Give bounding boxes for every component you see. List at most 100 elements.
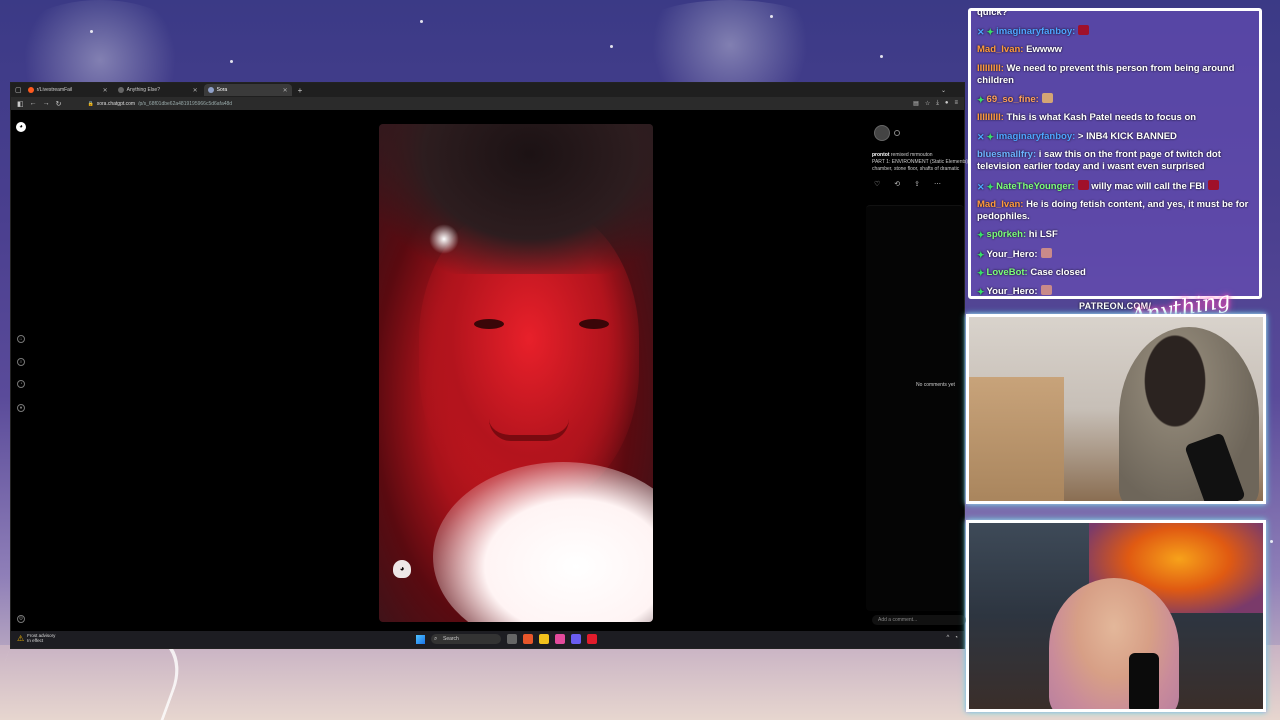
sora-icon	[207, 87, 214, 93]
close-icon[interactable]: ✕	[283, 87, 288, 94]
weather-subtitle: In effect	[27, 638, 44, 643]
system-tray: ^ ◔	[947, 635, 958, 641]
post-description-line: chamber, stone floor, shafts of dramatic	[872, 166, 960, 172]
video-frame-hair	[379, 124, 653, 274]
firefox-icon[interactable]	[523, 634, 533, 644]
more-options-icon[interactable]: ⋯	[934, 180, 941, 188]
cam-shelf	[969, 377, 1064, 501]
subscriber-badge-icon: ✦	[977, 249, 985, 260]
chat-message: ✕ ✦ imaginaryfanboy:	[977, 25, 1253, 39]
chat-message: ✦ 69_so_fine:	[977, 93, 1253, 107]
sora-logo-icon[interactable]: ◕	[16, 122, 26, 132]
emote-icon	[1078, 25, 1090, 36]
menu-icon[interactable]: ≡	[954, 100, 958, 107]
chat-username[interactable]: LoveBot:	[987, 267, 1028, 278]
post-author[interactable]: prontot	[872, 152, 890, 158]
download-icon[interactable]: ⤓	[936, 100, 939, 107]
chat-text: willy mac will call the FBI	[1088, 180, 1205, 192]
chat-username[interactable]: sp0rkeh:	[987, 229, 1027, 240]
chevron-up-icon[interactable]: ^	[947, 635, 950, 641]
chat-username[interactable]: 69_so_fine:	[987, 94, 1039, 105]
home-icon[interactable]: ⌂	[17, 335, 25, 343]
search-icon[interactable]: ⌕	[17, 358, 25, 366]
video-player[interactable]: ◕	[379, 124, 653, 622]
remix-icon[interactable]: ⟲	[894, 180, 900, 188]
moderator-badge-icon: ✕	[977, 131, 985, 142]
chat-message: ✦ Your_Hero:	[977, 247, 1253, 262]
notification-bell-icon[interactable]: ◔	[17, 380, 25, 388]
profile-icon[interactable]: ●	[17, 404, 25, 412]
chat-username[interactable]: Mad_Ivan:	[977, 44, 1023, 55]
file-explorer-icon[interactable]	[539, 634, 549, 644]
sora-watermark-icon: ◕	[393, 560, 411, 578]
left-rail: ◕ ⌂ ⌕ ◔ ● ⚙	[11, 110, 31, 631]
close-icon[interactable]: ✕	[103, 87, 108, 94]
chat-message: IIIIIIIII: This is what Kash Patel needs…	[977, 112, 1253, 125]
windows-start-icon[interactable]	[416, 634, 425, 644]
discord-icon[interactable]	[571, 634, 581, 644]
post-side-panel: prontot remixed mrmouton PART 1: ENVIRON…	[866, 110, 968, 631]
chat-username[interactable]: imaginaryfanboy:	[996, 26, 1075, 37]
tab-list-icon[interactable]: ⌄	[941, 87, 964, 94]
chat-username[interactable]: NateTheYounger:	[996, 181, 1074, 192]
emote-icon	[1207, 179, 1219, 190]
tab-anything-else[interactable]: Anything Else? ✕	[114, 84, 202, 96]
tab-label: Sora	[216, 87, 228, 93]
close-icon[interactable]: ✕	[193, 87, 198, 94]
chat-username[interactable]: Your_Hero:	[987, 249, 1038, 260]
follow-icon[interactable]	[894, 130, 900, 136]
tab-bar: ▢ r/LivestreamFail ✕ Anything Else? ✕ So…	[11, 83, 964, 97]
chat-text: This is what Kash Patel needs to focus o…	[1003, 112, 1197, 124]
share-icon[interactable]: ⇪	[914, 180, 920, 188]
chat-message: ✕ ✦ imaginaryfanboy: > INB4 KICK BANNED	[977, 131, 1253, 144]
chat-text: We need to prevent this person from bein…	[977, 62, 1235, 87]
reader-icon[interactable]: ▤	[913, 100, 919, 107]
taskbar-apps: Search	[416, 634, 597, 644]
chat-username[interactable]: bluesmallfry:	[977, 149, 1036, 160]
post-description-line: PART 1: ENVIRONMENT (Static Elements)	[872, 159, 969, 165]
new-tab-button[interactable]: +	[298, 86, 303, 95]
network-icon[interactable]: ◔	[954, 635, 958, 641]
twitch-chat-overlay: quick? ✕ ✦ imaginaryfanboy: Mad_Ivan: Ewwww I…	[968, 8, 1262, 299]
comment-input[interactable]: Add a comment...	[872, 615, 966, 625]
back-icon[interactable]: ←	[30, 100, 37, 107]
sora-page: ◕ ⌂ ⌕ ◔ ● ⚙ ◕ prontot remixed mrmouton P…	[11, 110, 968, 631]
no-comments-text: No comments yet	[916, 382, 955, 388]
subscriber-badge-icon: ✦	[977, 95, 985, 106]
address-bar: ◧ ← → ↻ 🔒 sora.chatgpt.com/p/s_68f01dbe6…	[11, 97, 964, 110]
chat-text: > INB4 KICK BANNED	[1075, 130, 1177, 142]
obs-icon[interactable]	[587, 634, 597, 644]
reload-icon[interactable]: ↻	[56, 100, 62, 108]
extension-icon[interactable]: ●	[945, 100, 949, 107]
forward-icon[interactable]: →	[43, 100, 50, 107]
emote-icon	[1077, 179, 1089, 190]
chat-message: quick?	[977, 11, 1253, 20]
chat-username[interactable]: IIIIIIIII:	[977, 63, 1004, 74]
lock-icon: 🔒	[87, 100, 94, 107]
chat-username[interactable]: Your_Hero:	[987, 286, 1038, 296]
bookmark-star-icon[interactable]: ☆	[925, 100, 930, 107]
video-frame-light	[429, 224, 459, 254]
chat-username[interactable]: Mad_Ivan:	[977, 199, 1023, 210]
post-action: remixed mrmouton	[890, 152, 933, 158]
task-view-icon[interactable]	[507, 634, 517, 644]
tab-livestreamfail[interactable]: r/LivestreamFail ✕	[24, 84, 112, 96]
subscriber-badge-icon: ✦	[986, 27, 995, 38]
url-host: sora.chatgpt.com	[96, 100, 136, 107]
subscriber-badge-icon: ✦	[986, 181, 995, 192]
app-icon[interactable]	[555, 634, 565, 644]
emote-icon	[1040, 284, 1052, 295]
tab-sora[interactable]: Sora ✕	[203, 84, 292, 96]
page-icon	[117, 87, 124, 93]
taskbar-search[interactable]: Search	[431, 634, 501, 644]
sidebar-toggle-icon[interactable]: ▢	[15, 86, 22, 94]
weather-widget[interactable]: ⚠ Frost advisory In effect	[17, 633, 55, 643]
sidebar-icon[interactable]: ◧	[17, 100, 24, 108]
url-field[interactable]: 🔒 sora.chatgpt.com/p/s_68f01dbe62a481919…	[67, 99, 588, 108]
settings-icon[interactable]: ⚙	[17, 615, 25, 623]
chat-username[interactable]: IIIIIIIII:	[977, 112, 1004, 123]
avatar[interactable]	[874, 125, 890, 141]
like-heart-icon[interactable]: ♡	[874, 180, 880, 188]
chat-username[interactable]: imaginaryfanboy:	[996, 131, 1075, 142]
chat-message: ✦ sp0rkeh: hi LSF	[977, 229, 1253, 242]
